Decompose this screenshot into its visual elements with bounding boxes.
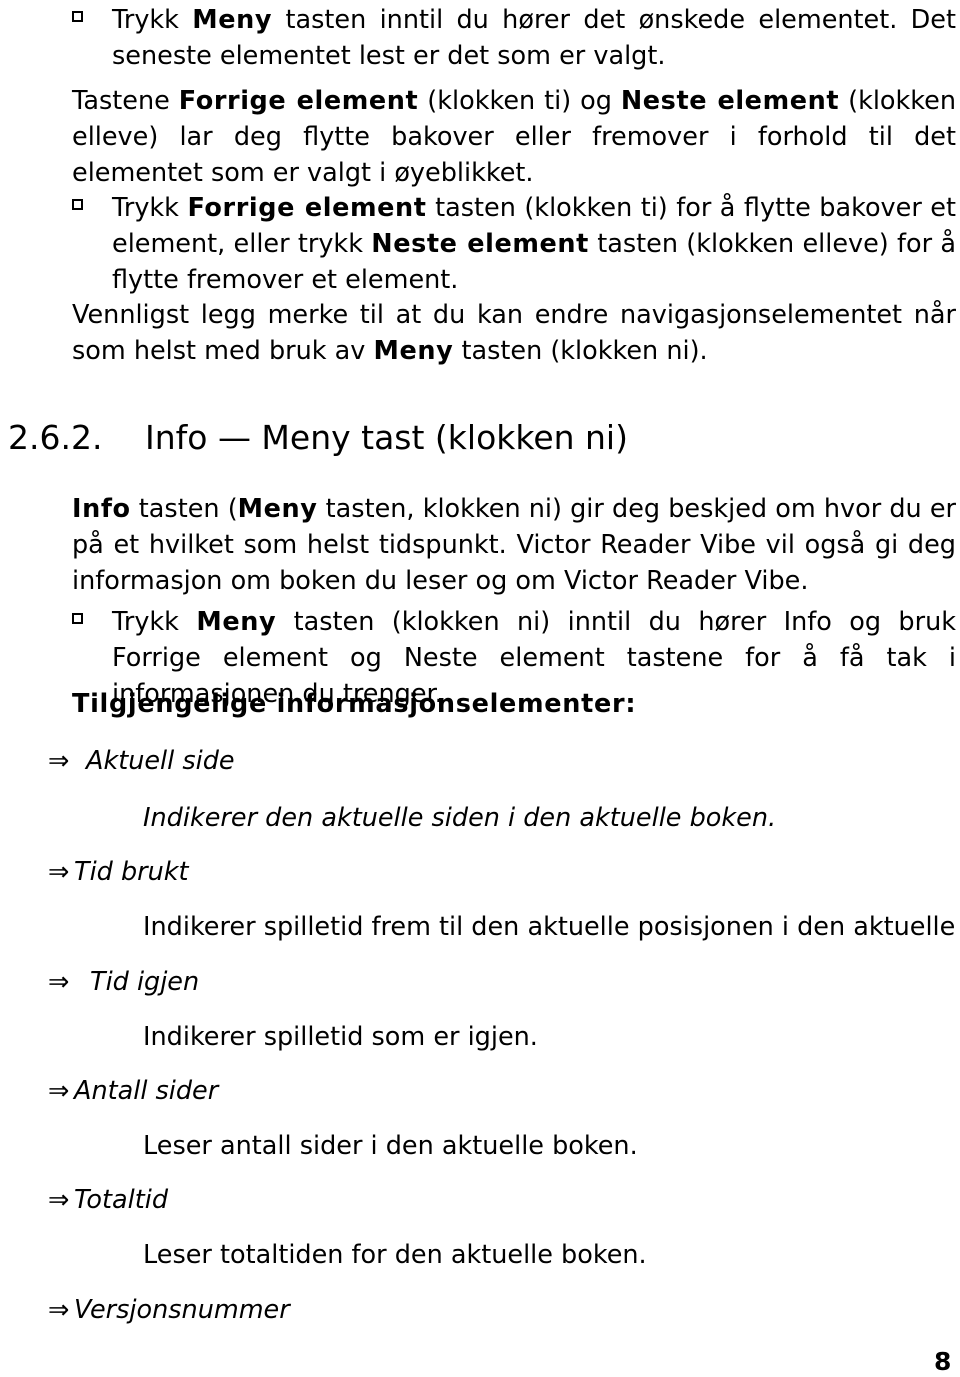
paragraph: Tastene Forrige element (klokken ti) og … bbox=[72, 83, 956, 191]
double-right-arrow-icon: ⇒ bbox=[48, 1185, 70, 1215]
list-item-tid-igjen: ⇒ Tid igjen bbox=[48, 965, 199, 999]
double-right-arrow-icon: ⇒ bbox=[48, 857, 70, 887]
list-item-label: Versjonsnummer bbox=[74, 1295, 290, 1325]
emphasis-meny: Meny bbox=[237, 494, 318, 524]
list-item-label: Aktuell side bbox=[86, 746, 235, 776]
text-run: Trykk bbox=[112, 607, 197, 637]
list-item-description: Indikerer den aktuelle siden i den aktue… bbox=[143, 803, 777, 833]
emphasis-neste-element: Neste element bbox=[371, 229, 589, 259]
section-title: Info — Meny tast (klokken ni) bbox=[145, 418, 628, 457]
subsection-heading: Tilgjengelige informasjonselementer: bbox=[72, 689, 637, 719]
section-heading: 2.6.2. Info — Meny tast (klokken ni) bbox=[8, 418, 628, 458]
emphasis-info: Info bbox=[72, 494, 131, 524]
list-item-totaltid: ⇒ Totaltid bbox=[48, 1183, 168, 1217]
list-item-label: Tid brukt bbox=[74, 857, 189, 887]
hollow-square-bullet-icon bbox=[72, 11, 83, 22]
emphasis-meny: Meny bbox=[192, 5, 273, 35]
emphasis-forrige-element: Forrige element bbox=[187, 193, 427, 223]
double-right-arrow-icon: ⇒ bbox=[48, 1295, 70, 1325]
hollow-square-bullet-icon bbox=[72, 199, 83, 210]
paragraph: Vennligst legg merke til at du kan endre… bbox=[72, 297, 956, 369]
hollow-square-bullet-icon bbox=[72, 613, 83, 624]
list-item-text: Trykk Meny tasten inntil du hører det øn… bbox=[72, 2, 956, 74]
list-item-description: Leser antall sider i den aktuelle boken. bbox=[143, 1131, 638, 1161]
list-item-tid-brukt: ⇒ Tid brukt bbox=[48, 855, 189, 889]
section-number: 2.6.2. bbox=[8, 418, 103, 457]
list-item-description: Indikerer spilletid som er igjen. bbox=[143, 1022, 538, 1052]
list-item-description: Indikerer spilletid frem til den aktuell… bbox=[143, 912, 960, 942]
text-run: Tastene bbox=[72, 86, 179, 116]
list-item-versjonsnummer: ⇒ Versjonsnummer bbox=[48, 1293, 290, 1327]
double-right-arrow-icon: ⇒ bbox=[48, 1076, 70, 1106]
emphasis-forrige-element: Forrige element bbox=[178, 86, 419, 116]
text-run: (klokken ti) og bbox=[418, 86, 621, 116]
list-item-description: Leser totaltiden for den aktuelle boken. bbox=[143, 1240, 647, 1270]
emphasis-neste-element: Neste element bbox=[620, 86, 840, 116]
list-item-label: Totaltid bbox=[74, 1185, 169, 1215]
text-run: tasten (klokken ni). bbox=[453, 336, 708, 366]
double-right-arrow-icon: ⇒ bbox=[48, 967, 70, 997]
list-item: Trykk Forrige element tasten (klokken ti… bbox=[72, 190, 956, 298]
list-item-label: Antall sider bbox=[74, 1076, 219, 1106]
list-item: Trykk Meny tasten inntil du hører det øn… bbox=[72, 2, 956, 74]
paragraph: Info tasten (Meny tasten, klokken ni) gi… bbox=[72, 491, 956, 599]
text-run: Trykk bbox=[112, 5, 193, 35]
page-number: 8 bbox=[934, 1347, 952, 1376]
text-run: tasten ( bbox=[130, 494, 238, 524]
double-right-arrow-icon: ⇒ bbox=[48, 746, 70, 776]
emphasis-meny: Meny bbox=[373, 336, 454, 366]
document-page: Trykk Meny tasten inntil du hører det øn… bbox=[0, 0, 960, 1377]
text-run: Trykk bbox=[112, 193, 188, 223]
list-item-text: Trykk Forrige element tasten (klokken ti… bbox=[72, 190, 956, 298]
list-item-antall-sider: ⇒ Antall sider bbox=[48, 1074, 218, 1108]
list-item-aktuell-side: ⇒ Aktuell side bbox=[48, 744, 235, 778]
list-item-label: Tid igjen bbox=[90, 967, 200, 997]
emphasis-meny: Meny bbox=[196, 607, 277, 637]
